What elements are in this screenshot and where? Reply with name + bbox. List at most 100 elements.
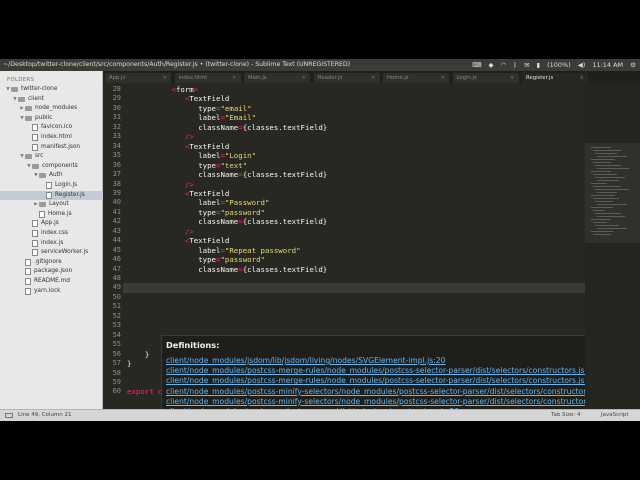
code-token: "Password" bbox=[224, 198, 270, 208]
syntax-mode[interactable]: JavaScript bbox=[601, 410, 629, 421]
minimap-line bbox=[595, 165, 621, 167]
code-line[interactable]: } bbox=[127, 359, 131, 368]
tab-size[interactable]: Tab Size: 4 bbox=[551, 410, 580, 421]
tab-index-html[interactable]: index.html × bbox=[174, 73, 241, 83]
tab-login-js[interactable]: Login.js × bbox=[452, 73, 519, 83]
tree-item-label: .gitignore bbox=[34, 258, 62, 265]
code-line[interactable]: className={classes.textField} bbox=[127, 123, 327, 132]
definition-link[interactable]: client/node_modules/postcss-merge-rules/… bbox=[166, 376, 585, 385]
file-item[interactable]: .gitignore bbox=[0, 258, 120, 267]
code-token: type bbox=[198, 255, 217, 265]
close-icon[interactable]: × bbox=[162, 73, 167, 83]
close-icon[interactable]: × bbox=[232, 73, 237, 83]
line-number: 30 bbox=[112, 103, 121, 112]
line-number: 32 bbox=[112, 122, 121, 131]
code-line[interactable]: <TextField bbox=[127, 94, 230, 103]
code-line[interactable]: /> bbox=[127, 180, 194, 189]
close-icon[interactable]: × bbox=[510, 73, 515, 83]
tab-main-js[interactable]: Main.js × bbox=[244, 73, 310, 83]
line-number: 59 bbox=[112, 377, 121, 386]
code-line[interactable]: className={classes.textField} bbox=[127, 170, 327, 179]
code-line[interactable]: <TextField bbox=[127, 236, 230, 245]
minimap[interactable] bbox=[585, 83, 640, 409]
file-item[interactable]: README.md bbox=[0, 277, 120, 286]
mail-icon[interactable]: ✉ bbox=[524, 59, 529, 71]
definition-link[interactable]: client/node_modules/jsdom/lib/jsdom/livi… bbox=[166, 356, 445, 365]
tab-home-js[interactable]: Home.js × bbox=[383, 73, 449, 83]
code-line[interactable]: type="password" bbox=[127, 208, 265, 217]
file-icon bbox=[32, 143, 38, 151]
sidebar: FOLDERS ▼ twitter-clone ▼ client ▶ node_modul… bbox=[0, 71, 141, 409]
code-token: TextField bbox=[189, 141, 230, 151]
code-line[interactable]: className={classes.textField} bbox=[127, 217, 327, 226]
volume-icon[interactable]: ◀) bbox=[578, 59, 586, 71]
code-line[interactable]: label="Email" bbox=[127, 113, 256, 122]
code-line[interactable]: className={classes.textField} bbox=[127, 265, 327, 274]
tree-item-label: serviceWorker.js bbox=[41, 249, 89, 256]
code-line[interactable]: label="Repeat password" bbox=[127, 246, 300, 255]
definition-link[interactable]: client/node_modules/postcss-minify-selec… bbox=[166, 387, 585, 396]
minimap-line bbox=[597, 156, 627, 158]
editor[interactable]: 28 <form> 29 <TextField 30 type="email" 31 … bbox=[103, 83, 585, 409]
code-line[interactable]: } bbox=[127, 350, 149, 359]
close-icon[interactable]: × bbox=[440, 73, 445, 83]
code-line[interactable]: type="text" bbox=[127, 161, 247, 170]
battery-percentage: (100%) bbox=[547, 61, 571, 69]
tree-item-label: Auth bbox=[49, 172, 63, 179]
tree-item-label: index.html bbox=[41, 134, 72, 140]
code-line[interactable]: label="Login" bbox=[127, 151, 256, 160]
close-icon[interactable]: × bbox=[579, 73, 584, 83]
file-icon bbox=[25, 287, 31, 295]
code-token: {classes.textField} bbox=[242, 264, 328, 274]
close-icon[interactable]: × bbox=[301, 73, 306, 83]
folder-item[interactable]: ▶ node_modules bbox=[0, 104, 120, 113]
definition-link[interactable]: client/node_modules/postcss-minify-selec… bbox=[166, 397, 585, 406]
tab-app-js[interactable]: App.js × bbox=[105, 73, 171, 83]
folder-item[interactable]: ▼ public bbox=[0, 114, 120, 123]
tab-bar: App.js × index.html × Main.js × Header.js × Home… bbox=[103, 71, 640, 83]
line-number: 35 bbox=[112, 151, 121, 160]
gear-icon[interactable]: ⚙ bbox=[630, 59, 636, 71]
code-line[interactable]: <TextField bbox=[127, 141, 230, 151]
tab-label: Main.js bbox=[248, 75, 267, 81]
panel-toggle-icon[interactable] bbox=[5, 413, 13, 418]
code-token: /> bbox=[184, 132, 194, 142]
keyboard-icon[interactable]: ⌨ bbox=[472, 59, 481, 71]
wifi-icon[interactable]: ◠ bbox=[501, 59, 507, 71]
code-line[interactable]: /> bbox=[127, 227, 194, 236]
code-line[interactable]: type="password" bbox=[127, 255, 265, 264]
close-icon[interactable]: × bbox=[371, 73, 376, 83]
code-token: {classes.textField} bbox=[242, 217, 328, 227]
file-item[interactable]: yarn.lock bbox=[0, 287, 120, 296]
file-icon bbox=[25, 258, 31, 266]
file-icon bbox=[39, 210, 45, 218]
code-token: className bbox=[198, 170, 239, 180]
tab-label: Login.js bbox=[456, 75, 477, 81]
code-token: type bbox=[198, 160, 217, 170]
minimap-line bbox=[597, 204, 627, 206]
file-item[interactable]: package.json bbox=[0, 267, 120, 276]
line-number: 36 bbox=[112, 160, 121, 169]
dropbox-icon[interactable]: ◆ bbox=[489, 59, 494, 71]
folder-icon bbox=[11, 87, 18, 92]
line-number: 45 bbox=[112, 245, 121, 254]
folder-icon bbox=[32, 163, 39, 169]
code-line[interactable]: /> bbox=[127, 132, 194, 141]
bluetooth-icon[interactable]: ᛒ bbox=[513, 59, 517, 71]
tab-header-js[interactable]: Header.js × bbox=[313, 73, 380, 83]
code-line[interactable]: type="email" bbox=[127, 104, 251, 113]
code-line[interactable]: <form> bbox=[127, 85, 199, 94]
line-number: 29 bbox=[112, 94, 121, 103]
clock[interactable]: 11:14 AM bbox=[592, 59, 623, 71]
tab-register-js[interactable]: Register.js × bbox=[522, 73, 588, 83]
definition-link[interactable]: client/node_modules/postcss-merge-rules/… bbox=[166, 366, 585, 375]
code-line[interactable]: <TextField bbox=[127, 189, 230, 198]
battery-icon[interactable]: ▮ bbox=[537, 59, 541, 71]
folder-item[interactable]: ▼ client bbox=[0, 95, 113, 104]
code-line[interactable]: label="Password" bbox=[127, 198, 269, 207]
folder-item[interactable]: ▼ twitter-clone bbox=[0, 85, 106, 94]
folder-item[interactable]: ▼ src bbox=[0, 152, 120, 161]
